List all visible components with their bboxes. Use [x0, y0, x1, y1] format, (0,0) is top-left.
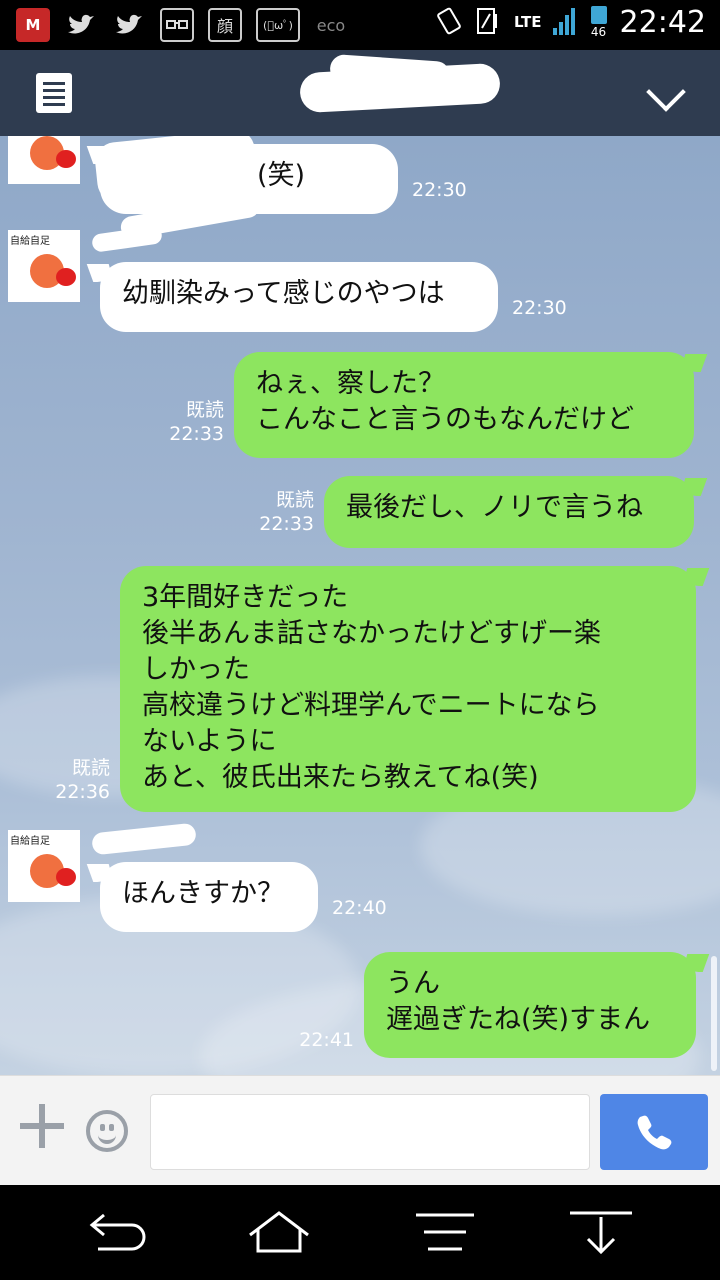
twitter-icon [64, 8, 98, 42]
home-icon[interactable] [244, 1207, 314, 1257]
eco-icon: eco [316, 15, 346, 35]
message-time: 22:40 [332, 897, 387, 919]
menu-list-icon[interactable] [36, 73, 72, 113]
battery-level: 46 [590, 25, 607, 39]
message-input[interactable] [150, 1094, 590, 1170]
message-time: 22:41 [299, 1029, 354, 1051]
redacted-scribble [91, 822, 197, 856]
message-bubble: 最後だし、ノリで言うね [324, 476, 694, 548]
avatar[interactable] [8, 136, 80, 184]
emoji-icon[interactable] [86, 1110, 128, 1152]
read-receipt: 既読 [71, 757, 110, 779]
network-type: LTE [513, 13, 542, 31]
scrollbar[interactable] [711, 956, 717, 1071]
message-time: 22:30 [512, 297, 567, 319]
message-bubble: 幼馴染みって感じのやつは [100, 262, 498, 332]
chat-area[interactable]: ーーかだわ(笑) 22:30 自給自足 幼馴染みって感じのやつは 22:30 既… [0, 136, 720, 1075]
battery-icon: 46 [588, 6, 610, 39]
message-time: 22:33 [259, 513, 314, 535]
message-time: 22:33 [169, 423, 224, 445]
nav-bar [0, 1185, 720, 1280]
avatar-caption: 自給自足 [10, 836, 50, 847]
message-meta: 既読 22:33 [150, 398, 224, 446]
status-bar: M 顔 (ﾟωﾟ) eco LTE 46 22:42 [0, 0, 720, 50]
back-icon[interactable] [82, 1207, 152, 1257]
avatar[interactable]: 自給自足 [8, 830, 80, 902]
message-meta: 既読 22:33 [240, 488, 314, 536]
phone-icon [637, 1115, 672, 1150]
menu-icon[interactable] [410, 1207, 480, 1257]
message-time: 22:36 [55, 781, 110, 803]
call-button[interactable] [600, 1094, 708, 1170]
vibrate-icon [434, 6, 464, 40]
chevron-down-icon[interactable] [646, 72, 686, 112]
nfc-icon [474, 6, 504, 40]
message-bubble: ねぇ、察した？ こんなこと言うのもなんだけど [234, 352, 694, 458]
read-receipt: 既読 [185, 399, 224, 421]
twitter-icon [112, 8, 146, 42]
message-time: 22:30 [412, 179, 467, 201]
plus-icon[interactable] [20, 1104, 64, 1148]
glasses-icon [160, 8, 194, 42]
emoticon-icon: (ﾟωﾟ) [256, 8, 300, 42]
mcafee-icon: M [16, 8, 50, 42]
redacted-scribble [91, 225, 163, 253]
message-bubble: うん 遅過ぎたね(笑)すまん [364, 952, 696, 1058]
input-bar [0, 1075, 720, 1186]
clock: 22:42 [619, 5, 706, 40]
avatar[interactable]: 自給自足 [8, 230, 80, 302]
signal-icon [552, 6, 578, 40]
read-receipt: 既読 [275, 489, 314, 511]
chat-header [0, 50, 720, 136]
message-bubble: ほんきすか？ [100, 862, 318, 932]
avatar-caption: 自給自足 [10, 236, 50, 247]
message-bubble: 3年間好きだった 後半あんま話さなかったけどすげー楽 しかった 高校違うけど料理… [120, 566, 696, 812]
face-kanji-icon: 顔 [208, 8, 242, 42]
notification-pull-icon[interactable] [566, 1207, 636, 1257]
message-meta: 既読 22:36 [36, 756, 110, 804]
